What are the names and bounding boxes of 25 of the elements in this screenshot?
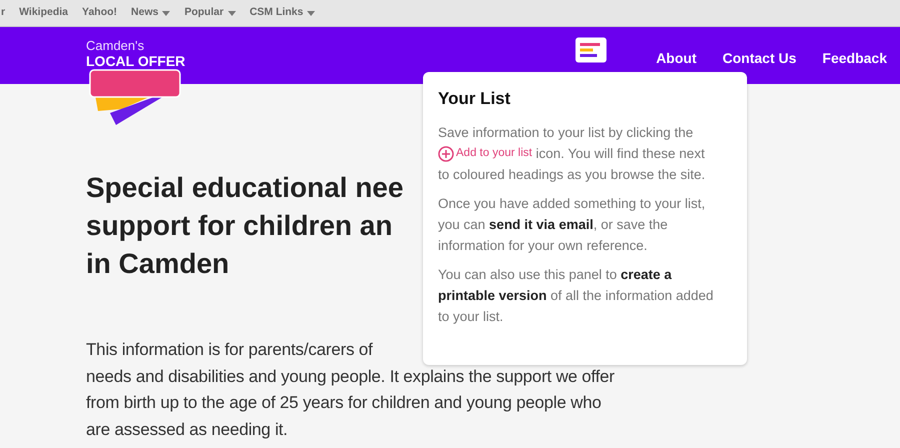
- panel-text: You can also use this panel to create a printable version of all the information added to your list.: [438, 266, 714, 326]
- bookmark-link[interactable]: News: [131, 5, 158, 21]
- page-heading: Special educational nee: [86, 171, 404, 205]
- bookmark-link[interactable]: CSM Links: [250, 5, 304, 21]
- nav-link[interactable]: Contact Us: [710, 48, 810, 69]
- page-heading: in Camden: [86, 247, 230, 281]
- nav-link[interactable]: Feedback: [809, 48, 900, 69]
- panel-text: Save information to your list by clicking the Add to your list icon. You will find these next to coloured headings as you browse the site.: [438, 124, 706, 184]
- panel-title: Your List: [438, 88, 512, 110]
- add-to-list-link[interactable]: Add to your list: [438, 143, 532, 164]
- page-heading: support for children an: [86, 209, 392, 243]
- logo-text: Camden's: [86, 37, 144, 55]
- bookmark-link[interactable]: Yahoo!: [82, 5, 118, 21]
- nav-link[interactable]: About: [643, 48, 710, 69]
- intro-text: This information is for parents/carers of: [86, 339, 373, 361]
- bookmark-link[interactable]: r: [1, 5, 6, 21]
- list-icon[interactable]: [575, 37, 607, 63]
- bookmark-link[interactable]: Popular: [184, 5, 224, 21]
- bookmark-link[interactable]: Wikipedia: [19, 5, 68, 21]
- plus-icon: [438, 146, 454, 162]
- intro-text: from birth up to the age of 25 years for children and young people who: [86, 392, 602, 414]
- panel-text: Once you have added something to your list, you can send it via email, or save the information for your own reference.: [438, 195, 706, 256]
- intro-text: needs and disabilities and young people. It explains the support we offer: [86, 366, 615, 388]
- logo-text: LOCAL OFFER: [86, 52, 186, 71]
- intro-text: are assessed as needing it.: [86, 418, 288, 440]
